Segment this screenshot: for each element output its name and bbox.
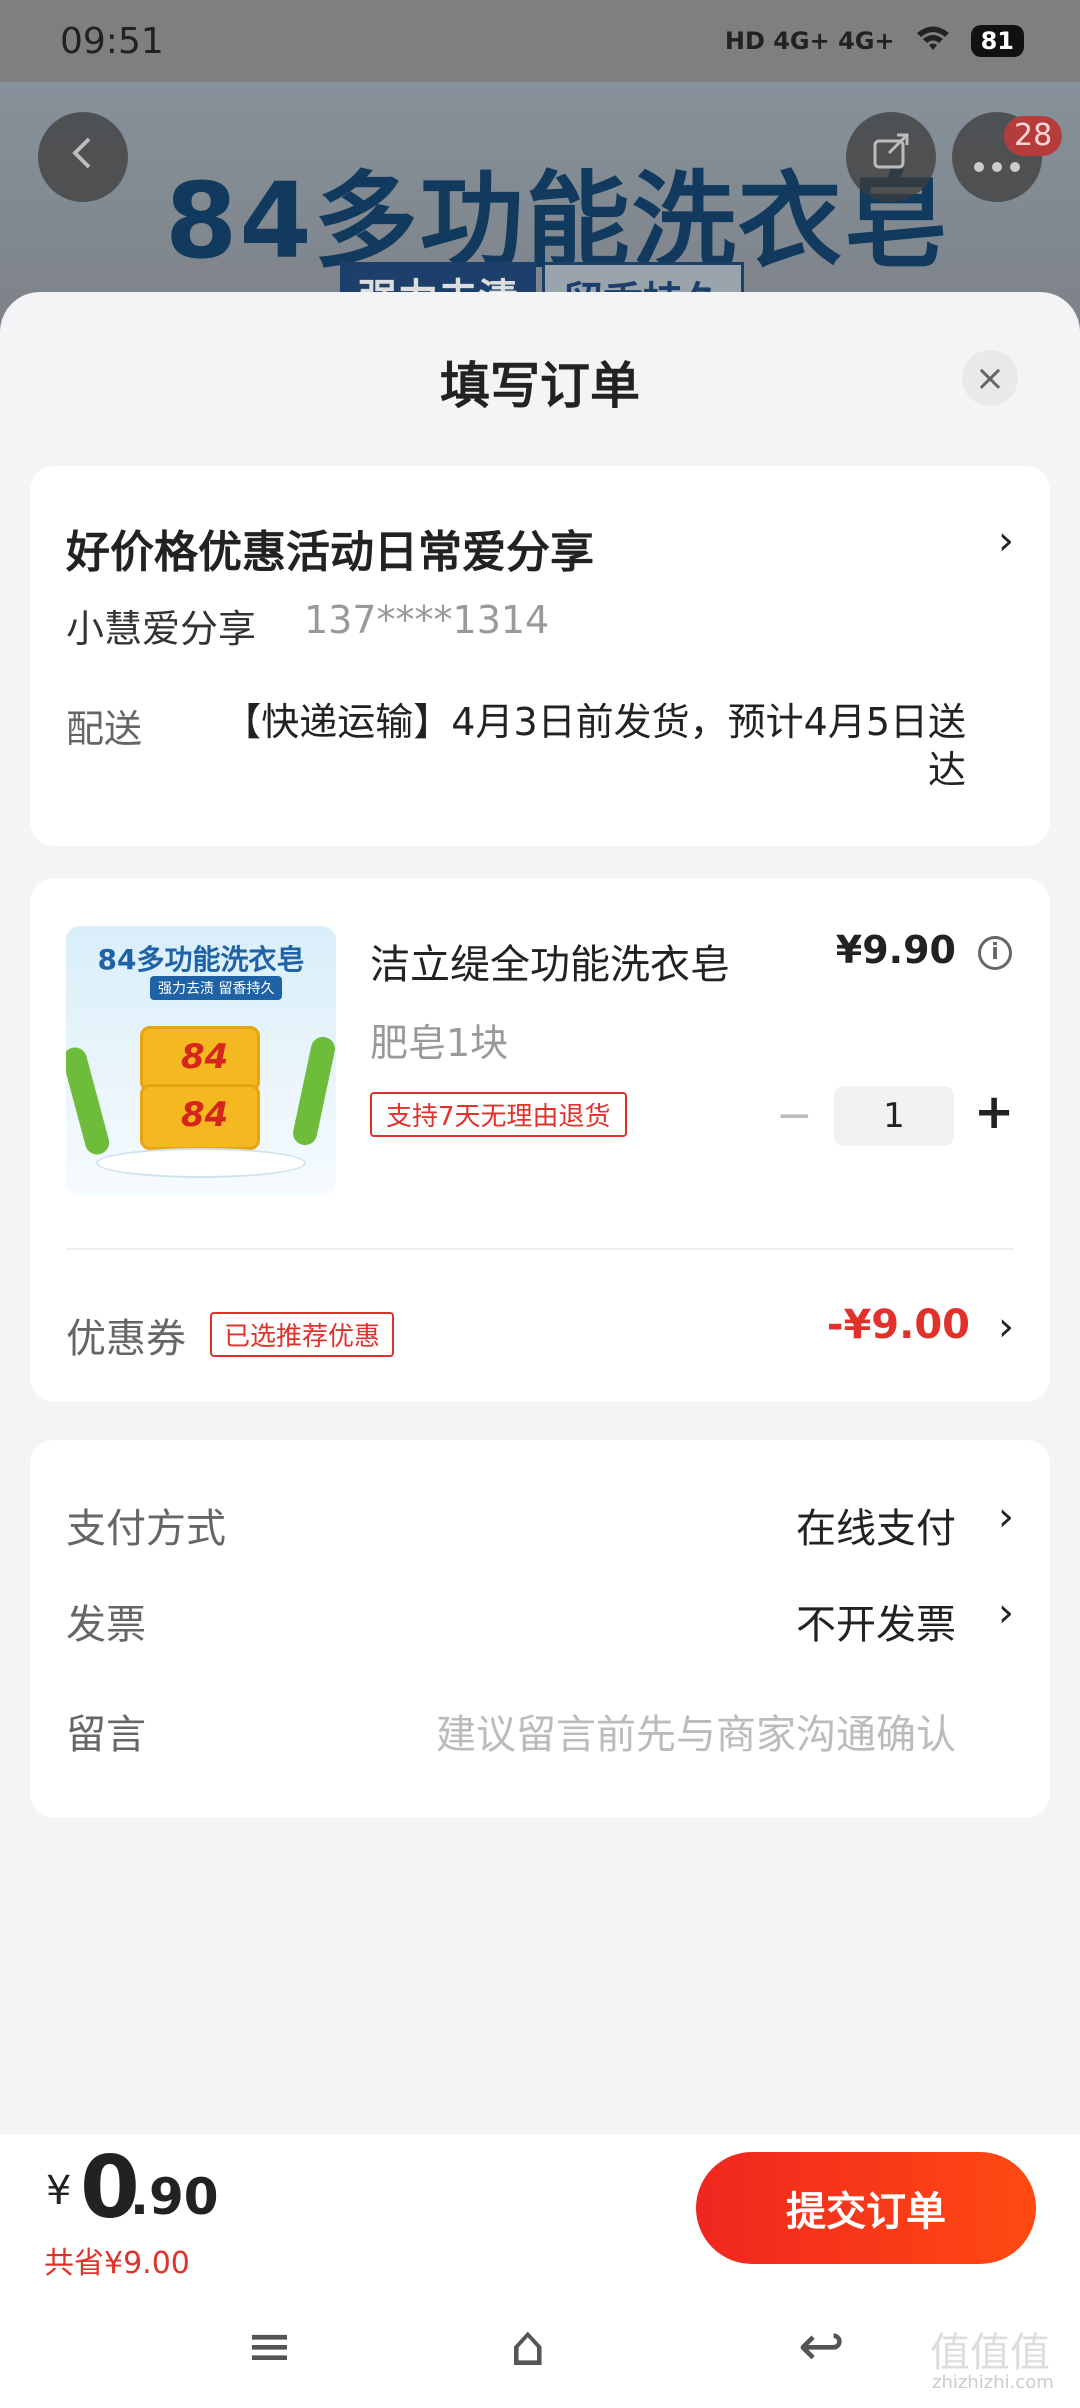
share-button[interactable] — [846, 112, 936, 202]
address-phone: 137****1314 — [304, 598, 550, 642]
battery-indicator: 81 — [970, 25, 1024, 57]
soap-bar: 84 — [140, 1084, 260, 1150]
payment-method-label: 支付方式 — [66, 1506, 226, 1552]
status-icons: HD 4G+ 4G+ 81 — [725, 24, 1024, 58]
notification-badge: 28 — [1004, 116, 1063, 156]
increase-quantity-button[interactable]: + — [974, 1084, 1014, 1140]
decrease-quantity-button[interactable]: − — [776, 1090, 813, 1141]
wifi-icon — [915, 24, 951, 58]
leaf-decoration — [290, 1034, 336, 1148]
soap-plate — [96, 1148, 306, 1178]
message-input[interactable]: 建议留言前先与商家沟通确认 — [436, 1702, 956, 1760]
thumbnail-title: 84多功能洗衣皂 — [97, 943, 305, 976]
product-price: ¥9.90 — [835, 928, 956, 972]
chevron-right-icon: › — [998, 518, 1014, 564]
checkout-bar: ¥ 0 .90 共省¥9.00 提交订单 — [0, 2134, 1080, 2294]
quantity-input[interactable]: 1 — [834, 1086, 954, 1146]
payment-method-value[interactable]: 在线支付 — [796, 1496, 956, 1554]
product-thumbnail[interactable]: 84多功能洗衣皂 强力去渍 留香持久 84 84 — [66, 926, 336, 1196]
soap-logo: 84 — [181, 1037, 229, 1077]
total-price-decimal: .90 — [130, 2168, 219, 2226]
sheet-title: 填写订单 — [440, 357, 640, 415]
info-icon[interactable]: i — [978, 936, 1012, 970]
divider — [66, 1248, 1014, 1250]
address-contact: 小慧爱分享 — [66, 607, 257, 651]
soap-logo: 84 — [181, 1095, 229, 1135]
coupon-tag: 已选推荐优惠 — [210, 1312, 395, 1357]
close-button[interactable]: × — [962, 350, 1018, 406]
invoice-label: 发票 — [66, 1602, 146, 1648]
leaf-decoration — [66, 1044, 112, 1158]
options-card: 支付方式 在线支付 › 发票 不开发票 › 留言 建议留言前先与商家沟通确认 — [30, 1440, 1050, 1818]
message-label: 留言 — [66, 1712, 146, 1758]
coupon-value[interactable]: -¥9.00 — [827, 1302, 970, 1348]
chevron-right-icon[interactable]: › — [998, 1590, 1014, 1636]
menu-icon[interactable]: ≡ — [246, 2314, 293, 2379]
shipping-label: 配送 — [66, 707, 143, 751]
status-bar: 09:51 HD 4G+ 4G+ 81 — [0, 0, 1080, 82]
network-indicator: HD 4G+ 4G+ — [724, 27, 895, 55]
back-button[interactable] — [38, 112, 128, 202]
chevron-left-icon — [63, 129, 103, 185]
shipping-info: 【快递运输】4月3日前发货，预计4月5日送达 — [223, 700, 966, 792]
product-spec: 肥皂1块 — [370, 1021, 509, 1065]
watermark-logo: 值值值 — [930, 2330, 1050, 2376]
product-card: 84多功能洗衣皂 强力去渍 留香持久 84 84 洁立缇全功能洗衣皂 ¥9.90… — [30, 878, 1050, 1402]
coupon-label: 优惠券 — [66, 1316, 186, 1362]
soap-bar: 84 — [140, 1026, 260, 1092]
invoice-value[interactable]: 不开发票 — [796, 1592, 956, 1650]
watermark-url: zhizhizhi.com — [932, 2372, 1054, 2393]
back-nav-icon[interactable]: ↩ — [798, 2314, 845, 2379]
return-policy-tag: 支持7天无理由退货 — [370, 1092, 627, 1137]
system-nav-bar: ≡ ⌂ ↩ 值值值 zhizhizhi.com — [0, 2294, 1080, 2408]
address-recipient-title: 好价格优惠活动日常爱分享 — [66, 527, 594, 578]
close-icon: × — [974, 357, 1006, 399]
submit-order-button[interactable]: 提交订单 — [696, 2152, 1036, 2264]
currency-symbol: ¥ — [46, 2168, 72, 2214]
address-card[interactable]: 好价格优惠活动日常爱分享 › 小慧爱分享 137****1314 配送 【快递运… — [30, 466, 1050, 846]
home-icon[interactable]: ⌂ — [510, 2314, 546, 2379]
chevron-right-icon[interactable]: › — [998, 1304, 1014, 1350]
savings-text: 共省¥9.00 — [44, 2246, 190, 2281]
status-time: 09:51 — [60, 20, 164, 62]
order-sheet: 填写订单 × 好价格优惠活动日常爱分享 › 小慧爱分享 137****1314 … — [0, 292, 1080, 2408]
share-icon — [869, 129, 913, 185]
product-name: 洁立缇全功能洗衣皂 — [370, 942, 730, 988]
thumbnail-subtitle: 强力去渍 留香持久 — [150, 976, 283, 1000]
chevron-right-icon[interactable]: › — [998, 1494, 1014, 1540]
